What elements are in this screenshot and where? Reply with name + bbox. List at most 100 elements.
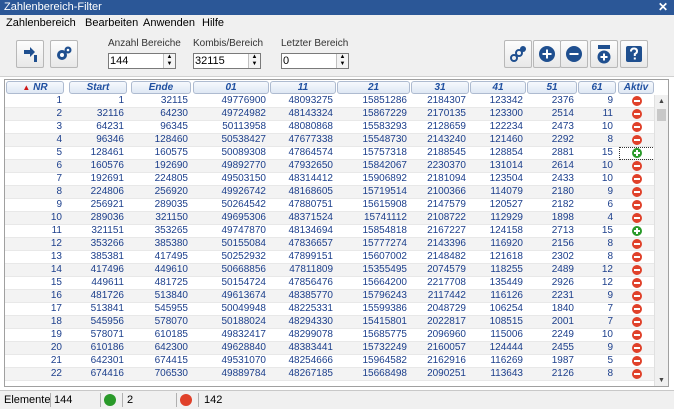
column-header-start[interactable]: Start [69, 81, 127, 94]
table-row[interactable]: 19 578071 610185 49832417 48299078 15685775 20… [5, 329, 655, 342]
close-icon[interactable]: ✕ [658, 0, 668, 14]
table-row[interactable]: 20 610186 642300 49628840 48383441 15732249 21… [5, 342, 655, 355]
down-arrow-icon[interactable]: ▼ [249, 61, 260, 68]
kombis-arrows[interactable]: ▲ ▼ [248, 54, 260, 68]
add-100-button[interactable] [590, 40, 618, 68]
vertical-scrollbar[interactable]: ▲ ▼ [654, 95, 668, 386]
down-arrow-icon[interactable]: ▼ [164, 61, 175, 68]
inactive-toggle-icon[interactable] [632, 96, 642, 106]
table-cell: 2249 [551, 329, 574, 340]
table-row[interactable]: 3 64231 96345 50113958 48080868 15583293 21286… [5, 121, 655, 134]
down-arrow-icon[interactable]: ▼ [337, 61, 348, 68]
up-arrow-icon[interactable]: ▲ [164, 54, 175, 61]
column-header-11[interactable]: 11 [270, 81, 336, 94]
table-cell: 123300 [489, 108, 523, 119]
inactive-toggle-icon[interactable] [632, 187, 642, 197]
table-cell: 116269 [490, 355, 523, 366]
status-inactive-count: 142 [204, 394, 223, 406]
inactive-toggle-icon[interactable] [632, 291, 642, 301]
table-cell: 18 [50, 316, 62, 327]
scroll-down-icon[interactable]: ▼ [655, 374, 668, 386]
table-cell: 49776900 [221, 95, 267, 106]
table-row[interactable]: 16 481726 513840 49613674 48385770 15796243 21… [5, 290, 655, 303]
kombis-stepper[interactable]: ▲▼ [193, 53, 261, 69]
column-header-61[interactable]: 61 [578, 81, 616, 94]
table-row[interactable]: 8 224806 256920 49926742 48168605 15719514 210… [5, 186, 655, 199]
column-header-01[interactable]: 01 [193, 81, 269, 94]
table-row[interactable]: 2 32116 64230 49724982 48143324 15867229 21701… [5, 108, 655, 121]
menu-anwenden[interactable]: Anwenden [143, 17, 195, 29]
inactive-toggle-icon[interactable] [632, 213, 642, 223]
column-header-31[interactable]: 31 [411, 81, 469, 94]
table-row[interactable]: 4 96346 128460 50538427 47677338 15548730 2143… [5, 134, 655, 147]
table-row[interactable]: 10 289036 321150 49695306 48371524 15741112 21… [5, 212, 655, 225]
table-row[interactable]: 14 417496 449610 50668856 47811809 15355495 20… [5, 264, 655, 277]
table-row[interactable]: 21 642301 674415 49531070 48254666 15964582 21… [5, 355, 655, 368]
anzahl-stepper[interactable]: ▲▼ [108, 53, 176, 69]
inactive-toggle-icon[interactable] [632, 330, 642, 340]
scroll-thumb[interactable] [657, 109, 666, 121]
inactive-toggle-icon[interactable] [632, 356, 642, 366]
column-header-aktiv[interactable]: Aktiv [618, 81, 654, 94]
table-row[interactable]: 12 353266 385380 50155084 47836657 15777274 21… [5, 238, 655, 251]
inactive-toggle-icon[interactable] [632, 317, 642, 327]
table-cell: 2100366 [427, 186, 466, 197]
table-row[interactable]: 9 256921 289035 50264542 47880751 15615908 214… [5, 199, 655, 212]
inactive-toggle-icon[interactable] [632, 252, 642, 262]
column-header-51[interactable]: 51 [527, 81, 577, 94]
status-bar: Elemente 144 2 142 [0, 390, 674, 409]
table-cell: 2147579 [427, 199, 466, 210]
menu-hilfe[interactable]: Hilfe [202, 17, 224, 29]
kombis-input[interactable] [195, 54, 247, 68]
inactive-toggle-icon[interactable] [632, 343, 642, 353]
column-header-nr[interactable]: ▲ NR [6, 81, 64, 94]
inactive-toggle-icon[interactable] [632, 304, 642, 314]
menu-zahlenbereich[interactable]: Zahlenbereich [6, 17, 76, 29]
table-cell: 2455 [551, 342, 574, 353]
inactive-toggle-icon[interactable] [632, 200, 642, 210]
table-row[interactable]: 22 674416 706530 49889784 48267185 15668498 20… [5, 368, 655, 381]
inactive-toggle-icon[interactable] [632, 161, 642, 171]
remove-button[interactable] [560, 40, 588, 68]
anzahl-arrows[interactable]: ▲ ▼ [163, 54, 175, 68]
column-header-21[interactable]: 21 [337, 81, 410, 94]
table-cell: 15741112 [363, 212, 407, 223]
letzter-stepper[interactable]: ▲▼ [281, 53, 349, 69]
up-arrow-icon[interactable]: ▲ [337, 54, 348, 61]
scroll-up-icon[interactable]: ▲ [655, 95, 668, 108]
inactive-toggle-icon[interactable] [632, 239, 642, 249]
menu-bearbeiten[interactable]: Bearbeiten [85, 17, 138, 29]
table-row[interactable]: 17 513841 545955 50049948 48225331 15599386 20… [5, 303, 655, 316]
table-row[interactable]: 7 192691 224805 49503150 48314412 15906892 218… [5, 173, 655, 186]
active-toggle-icon[interactable] [632, 226, 642, 236]
import-arrow-button[interactable] [16, 40, 44, 68]
table-row[interactable]: 13 385381 417495 50252932 47899151 15607002 21… [5, 251, 655, 264]
table-row[interactable]: 5 128461 160575 50089308 47864574 15757318 218… [5, 147, 657, 160]
link-settings-button[interactable] [504, 40, 532, 68]
inactive-toggle-icon[interactable] [632, 278, 642, 288]
table-cell: 706530 [154, 368, 188, 379]
column-header-ende[interactable]: Ende [131, 81, 191, 94]
inactive-toggle-icon[interactable] [632, 265, 642, 275]
table-row[interactable]: 18 545956 578070 50188024 48294330 15415801 20… [5, 316, 655, 329]
table-row[interactable]: 6 160576 192690 49892770 47932650 15842067 223… [5, 160, 655, 173]
table-row[interactable]: 15 449611 481725 50154724 47856476 15664200 22… [5, 277, 655, 290]
inactive-toggle-icon[interactable] [632, 122, 642, 132]
inactive-toggle-icon[interactable] [632, 174, 642, 184]
anzahl-input[interactable] [110, 54, 162, 68]
table-cell: 15719514 [362, 186, 408, 197]
table-cell: 124158 [489, 225, 523, 236]
inactive-toggle-icon[interactable] [632, 109, 642, 119]
data-grid[interactable]: ▲ NR Start Ende 01 11 21 31 41 51 61 Akt… [4, 79, 669, 387]
table-row[interactable]: 11 321151 353265 49747870 48134694 15854818 21… [5, 225, 655, 238]
settings-button[interactable] [50, 40, 78, 68]
table-row[interactable]: 1 1 32115 49776900 48093275 15851286 2184307 12… [5, 95, 655, 108]
inactive-toggle-icon[interactable] [632, 369, 642, 379]
up-arrow-icon[interactable]: ▲ [249, 54, 260, 61]
letzter-input[interactable] [283, 54, 335, 68]
inactive-toggle-icon[interactable] [632, 135, 642, 145]
letzter-arrows[interactable]: ▲ ▼ [336, 54, 348, 68]
add-button[interactable] [533, 40, 561, 68]
help-button[interactable] [620, 40, 648, 68]
column-header-41[interactable]: 41 [470, 81, 526, 94]
